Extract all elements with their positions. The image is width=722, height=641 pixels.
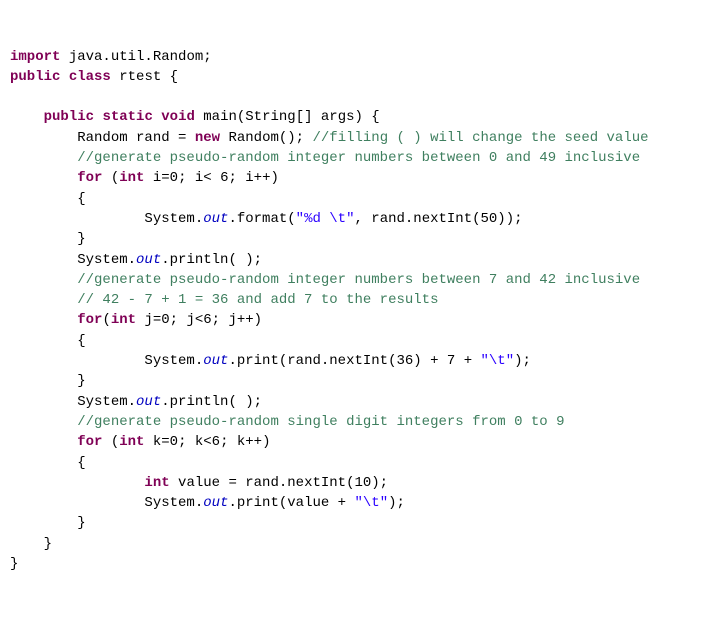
code-block: import java.util.Random; public class rt… <box>10 47 712 575</box>
